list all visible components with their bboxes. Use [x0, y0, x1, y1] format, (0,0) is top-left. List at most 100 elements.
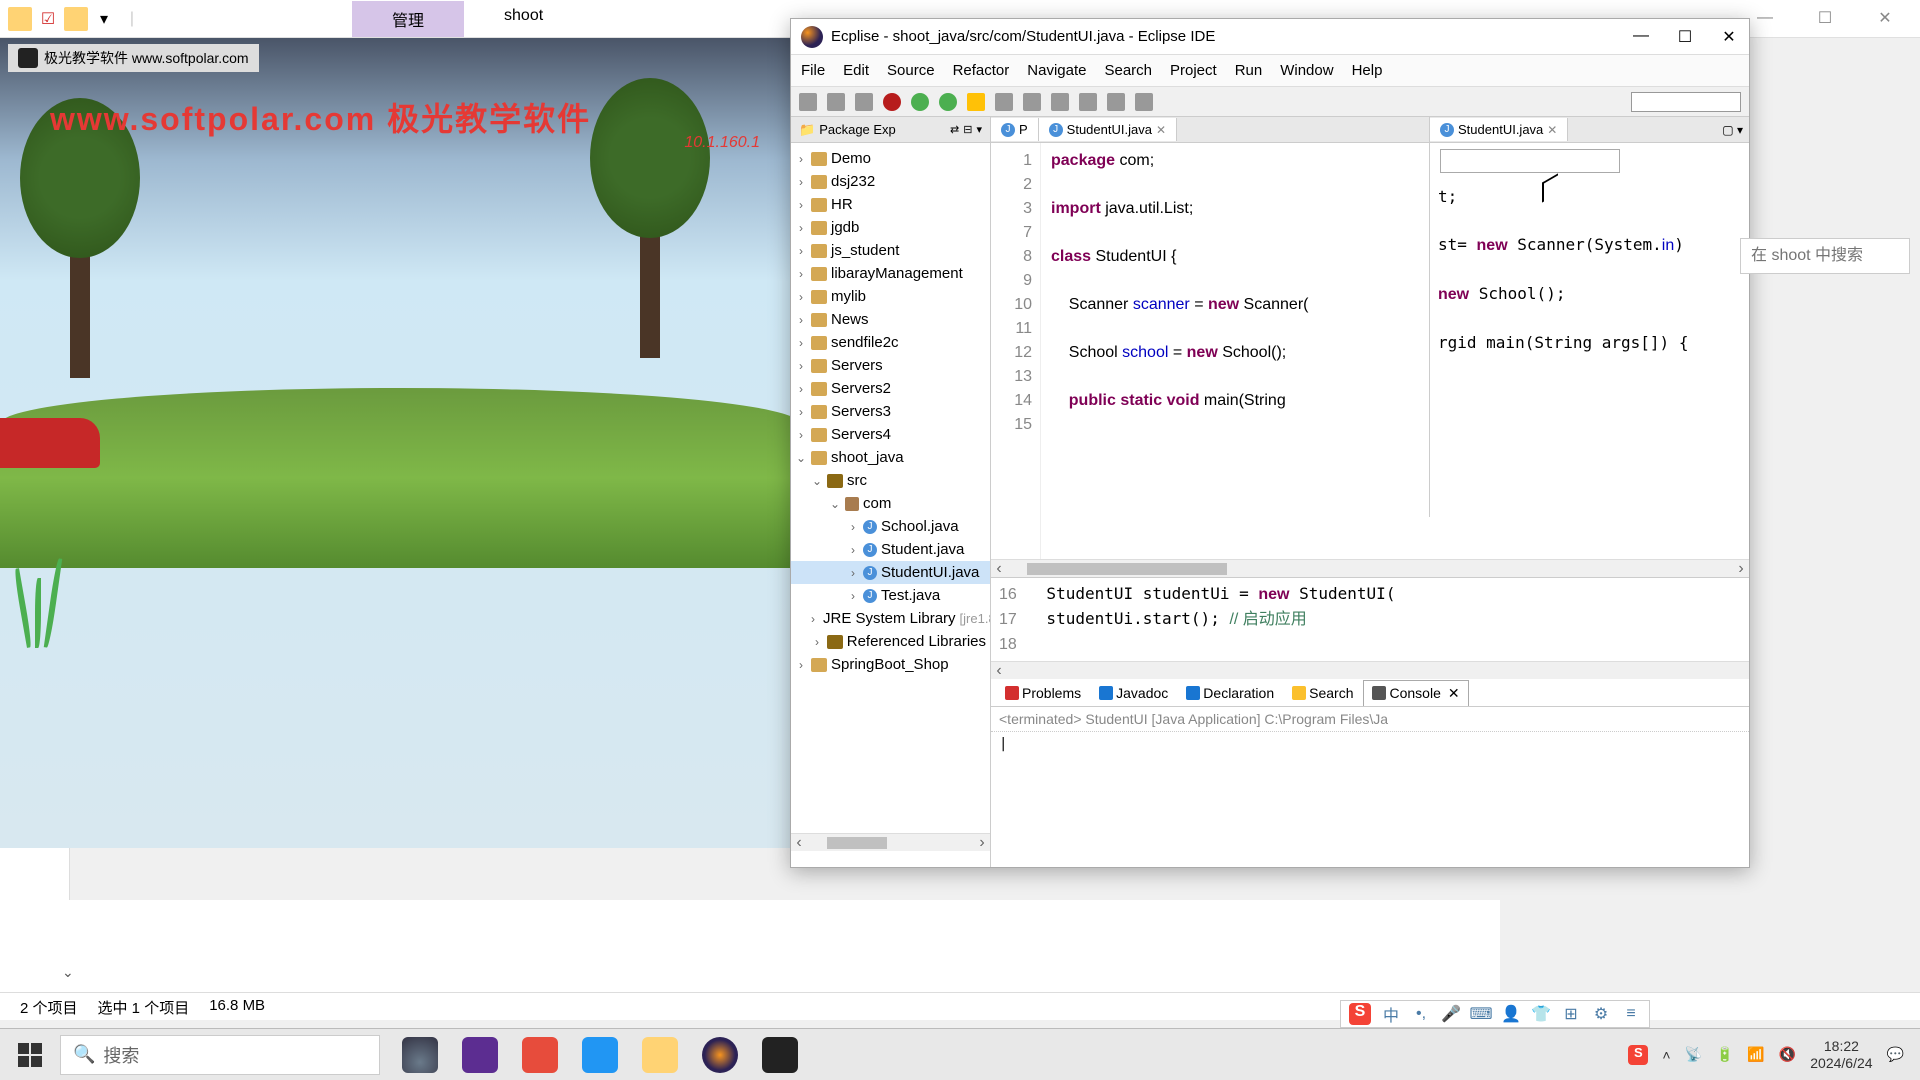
tray-volume-icon[interactable]: 🔇	[1779, 1046, 1796, 1063]
project-item[interactable]: ›News	[791, 308, 990, 331]
project-item[interactable]: ›dsj232	[791, 170, 990, 193]
tab-declaration[interactable]: Declaration	[1178, 681, 1282, 705]
project-item[interactable]: ›Servers3	[791, 400, 990, 423]
quick-access-input[interactable]	[1631, 92, 1741, 112]
project-item[interactable]: ›Servers	[791, 354, 990, 377]
editor-tab-right[interactable]: JStudentUI.java✕	[1430, 118, 1568, 141]
maximize-icon[interactable]: ☐	[1810, 8, 1840, 28]
new-icon[interactable]	[799, 93, 817, 111]
tab-javadoc[interactable]: Javadoc	[1091, 681, 1176, 705]
tray-battery-icon[interactable]: 🔋	[1716, 1046, 1733, 1063]
project-item[interactable]: ›js_student	[791, 239, 990, 262]
task-app-blue[interactable]	[570, 1029, 630, 1080]
taskbar-search[interactable]: 🔍 搜索	[60, 1035, 380, 1075]
debug-icon[interactable]	[883, 93, 901, 111]
menu-icon[interactable]: ▾	[976, 123, 982, 136]
maximize-icon[interactable]: ☐	[1675, 27, 1695, 47]
menu-help[interactable]: Help	[1352, 62, 1383, 79]
close-tab-icon[interactable]: ✕	[1156, 123, 1166, 137]
task-eclipse[interactable]	[690, 1029, 750, 1080]
new-class-icon[interactable]	[995, 93, 1013, 111]
ime-lang[interactable]: 中	[1381, 1004, 1401, 1024]
task-explorer[interactable]	[630, 1029, 690, 1080]
search-input[interactable]	[1740, 238, 1910, 274]
code-fragment[interactable]: t; st= new Scanner(System.in) new School…	[1430, 179, 1749, 361]
editor-tab-p[interactable]: JP	[991, 118, 1039, 141]
coverage-icon[interactable]	[967, 93, 985, 111]
ime-skin-icon[interactable]: 👕	[1531, 1004, 1551, 1024]
ime-more-icon[interactable]: ≡	[1621, 1004, 1641, 1024]
collapse-icon[interactable]: ⊟	[963, 123, 972, 136]
editor2-hscroll[interactable]: ‹	[991, 661, 1749, 679]
menu-run[interactable]: Run	[1235, 62, 1263, 79]
project-item[interactable]: ›Demo	[791, 147, 990, 170]
project-item[interactable]: ›HR	[791, 193, 990, 216]
package-com[interactable]: ⌄com	[791, 492, 990, 515]
project-item[interactable]: ›Servers2	[791, 377, 990, 400]
menu-refactor[interactable]: Refactor	[953, 62, 1010, 79]
tray-notifications-icon[interactable]: 💬	[1887, 1046, 1904, 1063]
menu-source[interactable]: Source	[887, 62, 935, 79]
project-item[interactable]: ›sendfile2c	[791, 331, 990, 354]
tray-clock[interactable]: 18:22 2024/6/24	[1810, 1038, 1872, 1072]
task-app[interactable]	[390, 1029, 450, 1080]
ime-toolbox-icon[interactable]: ⊞	[1561, 1004, 1581, 1024]
menu-search[interactable]: Search	[1104, 62, 1152, 79]
java-file[interactable]: ›JTest.java	[791, 584, 990, 607]
horizontal-scrollbar[interactable]: ‹›	[791, 833, 990, 851]
ime-keyboard-icon[interactable]: ⌨	[1471, 1004, 1491, 1024]
run-last-icon[interactable]	[939, 93, 957, 111]
menu-project[interactable]: Project	[1170, 62, 1217, 79]
link-icon[interactable]: ⇄	[950, 123, 959, 136]
save-icon[interactable]	[827, 93, 845, 111]
ime-voice-icon[interactable]: 🎤	[1441, 1004, 1461, 1024]
maximize-icon[interactable]: ▢ ▾	[1722, 123, 1749, 137]
menu-navigate[interactable]: Navigate	[1027, 62, 1086, 79]
new-package-icon[interactable]	[1023, 93, 1041, 111]
save-all-icon[interactable]	[855, 93, 873, 111]
close-icon[interactable]: ✕	[1719, 27, 1739, 47]
run-icon[interactable]	[911, 93, 929, 111]
project-item[interactable]: ›Servers4	[791, 423, 990, 446]
close-icon[interactable]: ✕	[1870, 8, 1900, 28]
tab-manage[interactable]: 管理	[352, 1, 464, 37]
minimize-icon[interactable]: —	[1750, 8, 1780, 28]
ime-settings-icon[interactable]: ⚙	[1591, 1004, 1611, 1024]
chevron-down-icon[interactable]: ⌄	[62, 964, 74, 981]
project-item[interactable]: ›mylib	[791, 285, 990, 308]
minimize-icon[interactable]: —	[1631, 27, 1651, 47]
console-output[interactable]: |	[991, 732, 1749, 756]
ref-libraries[interactable]: ›Referenced Libraries	[791, 630, 990, 653]
open-type-icon[interactable]	[1051, 93, 1069, 111]
tab-search[interactable]: Search	[1284, 681, 1361, 705]
java-file-studentui[interactable]: ›JStudentUI.java	[791, 561, 990, 584]
tab-console[interactable]: Console✕	[1363, 680, 1468, 706]
back-icon[interactable]	[1107, 93, 1125, 111]
tray-bluetooth-icon[interactable]: 📡	[1685, 1046, 1702, 1063]
java-file[interactable]: ›JStudent.java	[791, 538, 990, 561]
project-shoot-java[interactable]: ⌄shoot_java	[791, 446, 990, 469]
menu-edit[interactable]: Edit	[843, 62, 869, 79]
dropdown-icon[interactable]: ▾	[92, 7, 116, 31]
editor-tab-studentui[interactable]: JStudentUI.java✕	[1039, 118, 1177, 141]
tab-shoot[interactable]: shoot	[464, 1, 583, 37]
project-item[interactable]: ›SpringBoot_Shop	[791, 653, 990, 676]
find-input[interactable]	[1440, 149, 1620, 173]
tab-problems[interactable]: Problems	[997, 681, 1089, 705]
search-icon[interactable]	[1079, 93, 1097, 111]
task-unity[interactable]	[750, 1029, 810, 1080]
jre-library[interactable]: ›JRE System Library [jre1.8.0_131]	[791, 607, 990, 630]
editor-hscroll[interactable]: ‹›	[991, 559, 1749, 577]
project-item[interactable]: ›libarayManagement	[791, 262, 990, 285]
java-file[interactable]: ›JSchool.java	[791, 515, 990, 538]
task-visual-studio[interactable]	[450, 1029, 510, 1080]
ime-toolbar[interactable]: S 中 •, 🎤 ⌨ 👤 👕 ⊞ ⚙ ≡	[1340, 1000, 1650, 1028]
forward-icon[interactable]	[1135, 93, 1153, 111]
ime-user-icon[interactable]: 👤	[1501, 1004, 1521, 1024]
tray-chevron-icon[interactable]: ˄	[1662, 1047, 1670, 1063]
start-button[interactable]	[0, 1029, 60, 1080]
menu-window[interactable]: Window	[1280, 62, 1333, 79]
tray-sogou-icon[interactable]: S	[1628, 1045, 1648, 1065]
project-item[interactable]: ›jgdb	[791, 216, 990, 239]
check-icon[interactable]: ☑	[36, 7, 60, 31]
